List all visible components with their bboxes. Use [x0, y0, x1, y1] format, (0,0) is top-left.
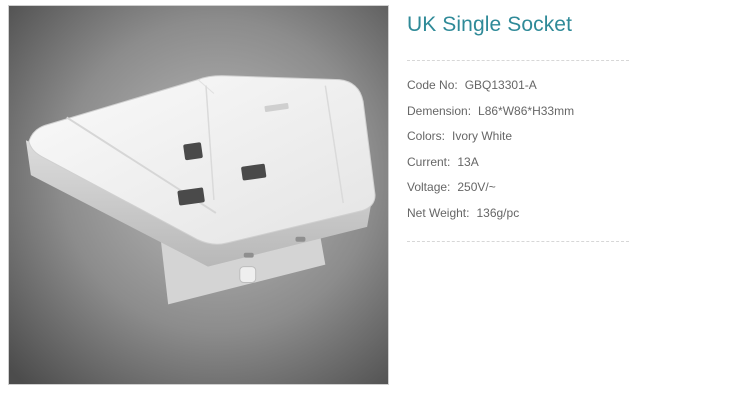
- spec-current: Current: 13A: [407, 150, 629, 176]
- socket-image: [9, 6, 388, 384]
- spec-value: GBQ13301-A: [464, 78, 537, 92]
- spec-value: Ivory White: [452, 129, 513, 144]
- product-details: UK Single Socket Code No: GBQ13301-A Deme…: [407, 10, 629, 242]
- spec-value: L86*W86*H33mm: [478, 103, 575, 118]
- spec-colors: Colors: Ivory White: [407, 124, 629, 150]
- spec-label: Voltage:: [407, 180, 451, 195]
- spec-value: 13A: [457, 154, 479, 169]
- spec-label: Net Weight:: [407, 205, 470, 220]
- spec-label: Demension:: [407, 103, 472, 118]
- spec-net-weight: Net Weight: 136g/pc: [407, 201, 629, 227]
- spec-value: 136g/pc: [476, 205, 520, 220]
- bottom-divider: [407, 240, 629, 242]
- spec-label: Colors:: [407, 129, 446, 144]
- spec-dimension: Demension: L86*W86*H33mm: [407, 99, 629, 125]
- spec-label: Code No:: [407, 78, 458, 92]
- product-page: UK Single Socket Code No: GBQ13301-A Deme…: [0, 0, 730, 400]
- spec-label: Current:: [407, 154, 451, 169]
- product-photo: [8, 5, 389, 385]
- spec-code-no: Code No: GBQ13301-A: [407, 73, 629, 99]
- product-title: UK Single Socket: [407, 13, 573, 36]
- spec-value: 250V/~: [457, 180, 496, 195]
- spec-list: Code No: GBQ13301-A Demension: L86*W86*H33…: [407, 61, 629, 241]
- spec-voltage: Voltage: 250V/~: [407, 175, 629, 201]
